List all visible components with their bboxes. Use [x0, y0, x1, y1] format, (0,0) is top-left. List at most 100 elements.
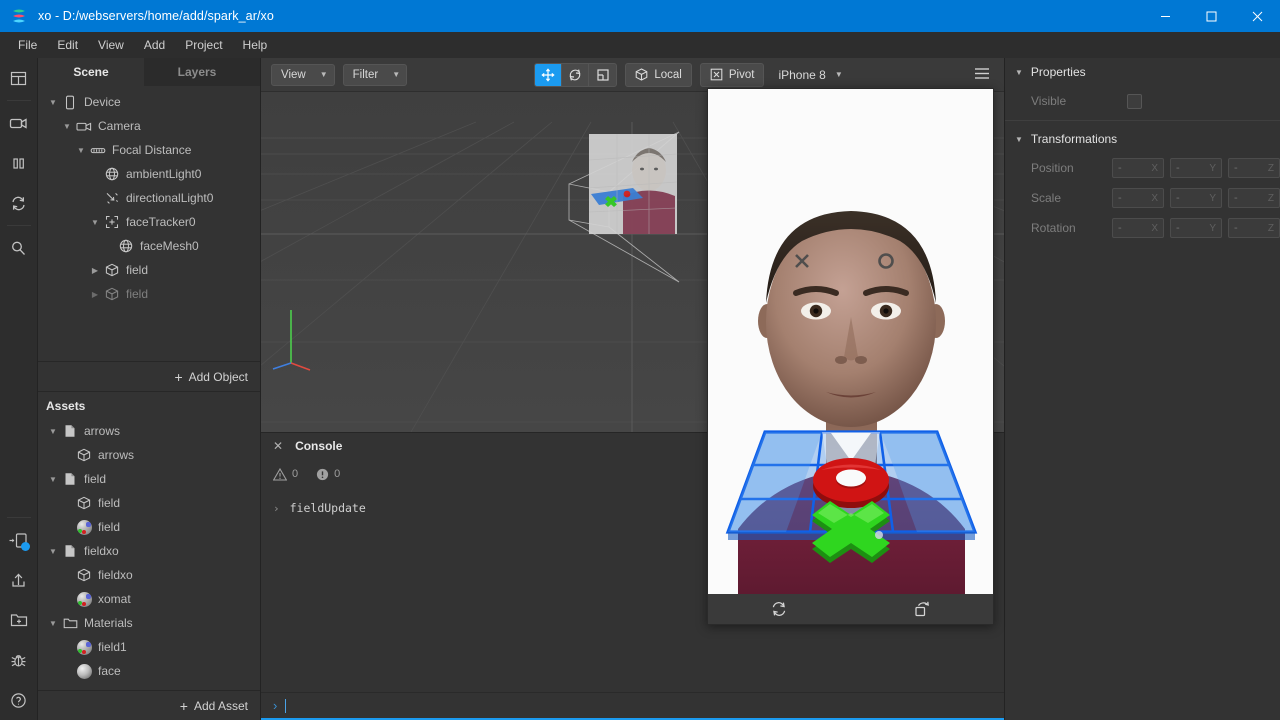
transformations-section-header[interactable]: ▼ Transformations [1005, 125, 1280, 153]
scene-node-row[interactable]: ▼ Focal Distance [38, 138, 260, 162]
menu-help[interactable]: Help [233, 34, 278, 56]
rotate-tool[interactable] [562, 63, 590, 86]
properties-section-header[interactable]: ▼ Properties [1005, 58, 1280, 86]
send-to-device-icon[interactable] [0, 520, 38, 560]
asset-node-row[interactable]: ▼face [38, 659, 260, 683]
scale-tool[interactable] [589, 64, 616, 86]
device-preview-screen[interactable] [708, 89, 993, 594]
maximize-button[interactable] [1188, 0, 1234, 32]
asset-node-row[interactable]: ▼field1 [38, 635, 260, 659]
chevron-down-icon[interactable]: ▼ [46, 419, 60, 443]
add-folder-icon[interactable] [0, 600, 38, 640]
rotation-y-value: - [1176, 222, 1180, 234]
bug-icon[interactable] [0, 640, 38, 680]
scale-row: Scale - X - Y - Z [1005, 183, 1280, 213]
menu-edit[interactable]: Edit [47, 34, 88, 56]
scene-tree[interactable]: ▼Device▼Camera▼Focal Distance▼ambientLig… [38, 86, 260, 361]
properties-section-title: Properties [1030, 65, 1086, 79]
assets-tree[interactable]: ▼arrows▼arrows▼field▼field▼field▼fieldxo… [38, 419, 260, 690]
scene-node-row[interactable]: ▼ Device [38, 90, 260, 114]
scene-node-row[interactable]: ▼ Camera [38, 114, 260, 138]
scene-node-row[interactable]: ▶ field [38, 258, 260, 282]
chevron-down-icon[interactable]: ▼ [46, 539, 60, 563]
menu-project[interactable]: Project [175, 34, 232, 56]
asset-node-row[interactable]: ▼arrows [38, 419, 260, 443]
position-z-field[interactable]: - Z [1228, 158, 1280, 178]
add-asset-label: Add Asset [193, 698, 248, 713]
close-button[interactable] [1234, 0, 1280, 32]
chevron-down-icon[interactable]: ▼ [60, 114, 74, 138]
scale-y-field[interactable]: - Y [1170, 188, 1222, 208]
position-y-field[interactable]: - Y [1170, 158, 1222, 178]
asset-node-row[interactable]: ▼field [38, 515, 260, 539]
warning-badge[interactable]: 0 [273, 467, 298, 481]
visible-checkbox[interactable] [1127, 93, 1142, 109]
pivot-button[interactable]: Pivot [699, 62, 765, 87]
asset-node-row[interactable]: ▼ Materials [38, 611, 260, 635]
chevron-down-icon[interactable]: ▼ [88, 210, 102, 234]
console-close-icon[interactable]: ✕ [273, 439, 283, 453]
transform-tool-group [534, 62, 618, 87]
search-icon[interactable] [0, 228, 38, 268]
console-input-row[interactable]: › [261, 692, 1004, 720]
scale-x-field[interactable]: - X [1112, 188, 1164, 208]
view-dropdown[interactable]: View ▼ [271, 63, 335, 86]
rotate-device-icon[interactable] [750, 601, 808, 617]
scene-node-row[interactable]: ▼ambientLight0 [38, 162, 260, 186]
asset-node-label: Textures [84, 688, 129, 690]
chevron-down-icon[interactable]: ▼ [46, 611, 60, 635]
chevron-down-icon[interactable]: ▼ [74, 138, 88, 162]
device-selector[interactable]: iPhone 8 ▼ [772, 68, 842, 82]
add-object-button[interactable]: + Add Object [38, 361, 260, 391]
add-asset-button[interactable]: + Add Asset [38, 690, 260, 720]
scene-node-row[interactable]: ▼faceMesh0 [38, 234, 260, 258]
tab-layers[interactable]: Layers [144, 58, 250, 86]
layout-icon[interactable] [0, 58, 38, 98]
chevron-down-icon[interactable]: ▼ [46, 683, 60, 690]
position-x-field[interactable]: - X [1112, 158, 1164, 178]
console-log-text: fieldUpdate [289, 501, 366, 515]
hamburger-icon[interactable] [970, 67, 994, 83]
scene-node-label: Camera [98, 119, 141, 133]
asset-node-row[interactable]: ▼field [38, 467, 260, 491]
filter-dropdown[interactable]: Filter ▼ [342, 63, 408, 86]
folder-icon [60, 683, 80, 690]
camera-icon[interactable] [0, 103, 38, 143]
cube-icon [102, 258, 122, 282]
menu-file[interactable]: File [8, 34, 47, 56]
error-badge[interactable]: 0 [316, 468, 340, 481]
scene-node-row[interactable]: ▶ field [38, 282, 260, 306]
rotation-x-field[interactable]: - X [1112, 218, 1164, 238]
asset-node-row[interactable]: ▼fieldxo [38, 539, 260, 563]
asset-node-row[interactable]: ▼field [38, 491, 260, 515]
chevron-right-icon[interactable]: ▶ [88, 258, 102, 282]
screenshot-icon[interactable] [893, 601, 951, 617]
rotation-y-field[interactable]: - Y [1170, 218, 1222, 238]
expand-caret-icon[interactable]: › [273, 502, 280, 515]
menu-view[interactable]: View [88, 34, 134, 56]
scale-z-field[interactable]: - Z [1228, 188, 1280, 208]
coordinate-space-button[interactable]: Local [625, 62, 692, 87]
menu-add[interactable]: Add [134, 34, 175, 56]
scene-node-row[interactable]: ▼directionalLight0 [38, 186, 260, 210]
asset-node-row[interactable]: ▼arrows [38, 443, 260, 467]
rotation-z-field[interactable]: - Z [1228, 218, 1280, 238]
chevron-down-icon[interactable]: ▼ [46, 90, 60, 114]
upload-icon[interactable] [0, 560, 38, 600]
help-icon[interactable] [0, 680, 38, 720]
scene-node-row[interactable]: ▼ faceTracker0 [38, 210, 260, 234]
device-preview-panel[interactable] [707, 88, 994, 625]
sync-icon[interactable] [0, 183, 38, 223]
chevron-down-icon[interactable]: ▼ [46, 467, 60, 491]
tab-scene[interactable]: Scene [38, 58, 144, 86]
pause-icon[interactable] [0, 143, 38, 183]
asset-node-row[interactable]: ▼fieldxo [38, 563, 260, 587]
move-tool[interactable] [535, 63, 563, 86]
asset-node-row[interactable]: ▼ Textures [38, 683, 260, 690]
asset-node-row[interactable]: ▼xomat [38, 587, 260, 611]
asset-node-label: field [98, 520, 121, 534]
minimize-button[interactable] [1142, 0, 1188, 32]
asset-node-label: field1 [98, 640, 127, 654]
chevron-right-icon[interactable]: ▶ [88, 282, 102, 306]
title-bar: xo - D:/webservers/home/add/spark_ar/xo [0, 0, 1280, 32]
